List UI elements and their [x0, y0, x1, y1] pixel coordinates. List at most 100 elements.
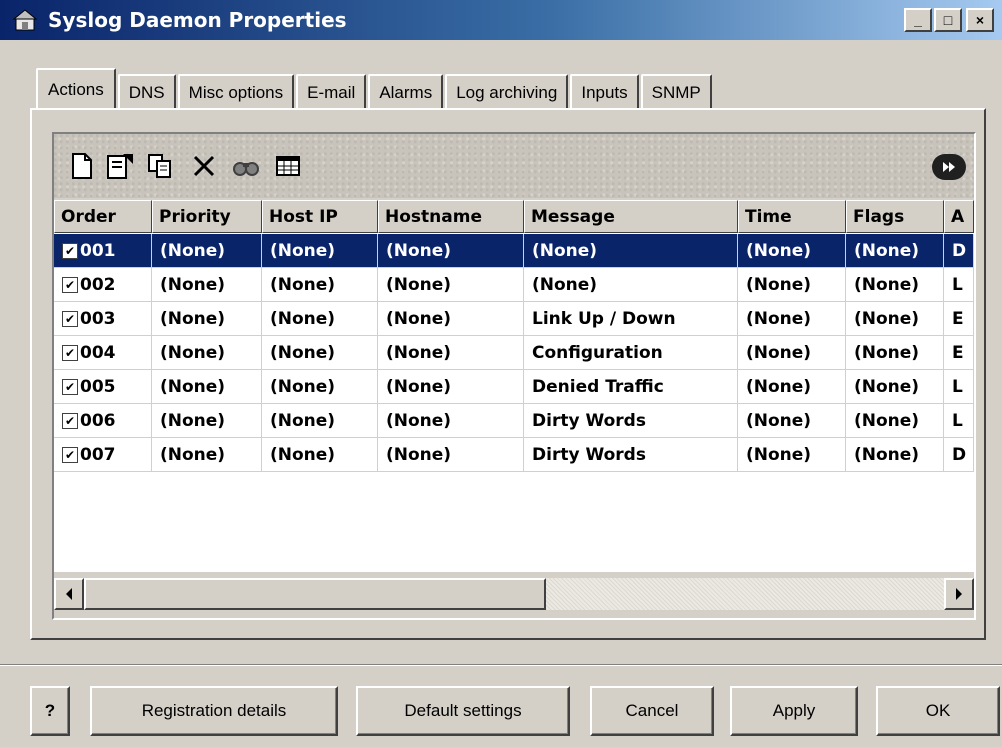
tab-log-archiving[interactable]: Log archiving [445, 74, 569, 110]
order-cell: 005 [80, 376, 116, 397]
cancel-button[interactable]: Cancel [590, 686, 714, 736]
forward-icon[interactable] [932, 154, 966, 180]
hostname-cell: (None) [378, 336, 524, 370]
row-checkbox[interactable]: ✔ [62, 412, 78, 429]
host-ip-cell: (None) [262, 302, 378, 336]
table-row[interactable]: ✔ 001 (None) (None) (None) (None) (None) … [54, 234, 974, 268]
scrollbar-thumb[interactable] [84, 578, 546, 610]
action-cell: D [944, 438, 974, 472]
table-row[interactable]: ✔ 006 (None) (None) (None) Dirty Words (N… [54, 404, 974, 438]
minimize-button[interactable]: _ [904, 8, 932, 32]
hostname-cell: (None) [378, 404, 524, 438]
row-checkbox[interactable]: ✔ [62, 276, 78, 293]
host-ip-cell: (None) [262, 234, 378, 268]
order-cell: 002 [80, 274, 116, 295]
flags-cell: (None) [846, 438, 944, 472]
host-ip-cell: (None) [262, 438, 378, 472]
message-cell: Configuration [524, 336, 738, 370]
hostname-cell: (None) [378, 302, 524, 336]
actions-grid[interactable]: Order Priority Host IP Hostname Message … [54, 200, 974, 572]
delete-icon[interactable] [188, 150, 220, 182]
scroll-left-button[interactable] [54, 578, 84, 610]
tab-actions[interactable]: Actions [36, 68, 116, 110]
hostname-cell: (None) [378, 438, 524, 472]
hostname-cell: (None) [378, 268, 524, 302]
column-header-message[interactable]: Message [524, 200, 738, 233]
table-row[interactable]: ✔ 002 (None) (None) (None) (None) (None) … [54, 268, 974, 302]
new-document-icon[interactable] [66, 150, 98, 182]
row-checkbox[interactable]: ✔ [62, 446, 78, 463]
order-cell: 001 [80, 240, 116, 261]
message-cell: (None) [524, 234, 738, 268]
column-header-time[interactable]: Time [738, 200, 846, 233]
priority-cell: (None) [152, 438, 262, 472]
close-button[interactable]: × [966, 8, 994, 32]
host-ip-cell: (None) [262, 370, 378, 404]
flags-cell: (None) [846, 336, 944, 370]
maximize-button[interactable]: □ [934, 8, 962, 32]
default-settings-button[interactable]: Default settings [356, 686, 570, 736]
action-cell: E [944, 336, 974, 370]
column-header-order[interactable]: Order [54, 200, 152, 233]
ok-button[interactable]: OK [876, 686, 1000, 736]
message-cell: (None) [524, 268, 738, 302]
row-checkbox[interactable]: ✔ [62, 344, 78, 361]
order-cell: 006 [80, 410, 116, 431]
flags-cell: (None) [846, 404, 944, 438]
tab-snmp[interactable]: SNMP [640, 74, 712, 110]
tab-inputs[interactable]: Inputs [570, 74, 639, 110]
time-cell: (None) [738, 404, 846, 438]
column-header-priority[interactable]: Priority [152, 200, 262, 233]
tab-misc-options[interactable]: Misc options [177, 74, 295, 110]
row-checkbox[interactable]: ✔ [62, 242, 78, 259]
table-row[interactable]: ✔ 004 (None) (None) (None) Configuration … [54, 336, 974, 370]
order-cell: 007 [80, 444, 116, 465]
columns-icon[interactable] [272, 150, 304, 182]
hostname-cell: (None) [378, 370, 524, 404]
horizontal-scrollbar[interactable] [54, 578, 974, 610]
footer-separator [0, 664, 1002, 666]
tab-dns[interactable]: DNS [117, 74, 176, 110]
syslog-properties-window: Syslog Daemon Properties _ □ × Actions D… [0, 0, 1002, 747]
message-cell: Denied Traffic [524, 370, 738, 404]
priority-cell: (None) [152, 370, 262, 404]
column-header-action[interactable]: A [944, 200, 974, 233]
tab-strip: Actions DNS Misc options E-mail Alarms L… [36, 68, 714, 110]
registration-details-button[interactable]: Registration details [90, 686, 338, 736]
tab-email[interactable]: E-mail [296, 74, 367, 110]
title-bar[interactable]: Syslog Daemon Properties _ □ × [0, 0, 1002, 40]
priority-cell: (None) [152, 234, 262, 268]
time-cell: (None) [738, 438, 846, 472]
order-cell: 004 [80, 342, 116, 363]
action-cell: L [944, 268, 974, 302]
find-icon[interactable] [230, 150, 262, 182]
table-row[interactable]: ✔ 005 (None) (None) (None) Denied Traffic… [54, 370, 974, 404]
column-header-host-ip[interactable]: Host IP [262, 200, 378, 233]
message-cell: Link Up / Down [524, 302, 738, 336]
row-checkbox[interactable]: ✔ [62, 378, 78, 395]
action-cell: D [944, 234, 974, 268]
scroll-right-button[interactable] [944, 578, 974, 610]
time-cell: (None) [738, 234, 846, 268]
action-cell: L [944, 404, 974, 438]
window-title: Syslog Daemon Properties [48, 8, 347, 32]
table-row[interactable]: ✔ 007 (None) (None) (None) Dirty Words (N… [54, 438, 974, 472]
table-row[interactable]: ✔ 003 (None) (None) (None) Link Up / Down… [54, 302, 974, 336]
message-cell: Dirty Words [524, 404, 738, 438]
flags-cell: (None) [846, 268, 944, 302]
host-ip-cell: (None) [262, 268, 378, 302]
copy-icon[interactable] [144, 150, 176, 182]
time-cell: (None) [738, 302, 846, 336]
help-button[interactable]: ? [30, 686, 70, 736]
row-checkbox[interactable]: ✔ [62, 310, 78, 327]
column-header-flags[interactable]: Flags [846, 200, 944, 233]
column-header-hostname[interactable]: Hostname [378, 200, 524, 233]
properties-icon[interactable] [104, 150, 136, 182]
flags-cell: (None) [846, 234, 944, 268]
flags-cell: (None) [846, 370, 944, 404]
action-cell: L [944, 370, 974, 404]
tab-alarms[interactable]: Alarms [368, 74, 444, 110]
action-cell: E [944, 302, 974, 336]
grid-header: Order Priority Host IP Hostname Message … [54, 200, 974, 233]
apply-button[interactable]: Apply [730, 686, 858, 736]
